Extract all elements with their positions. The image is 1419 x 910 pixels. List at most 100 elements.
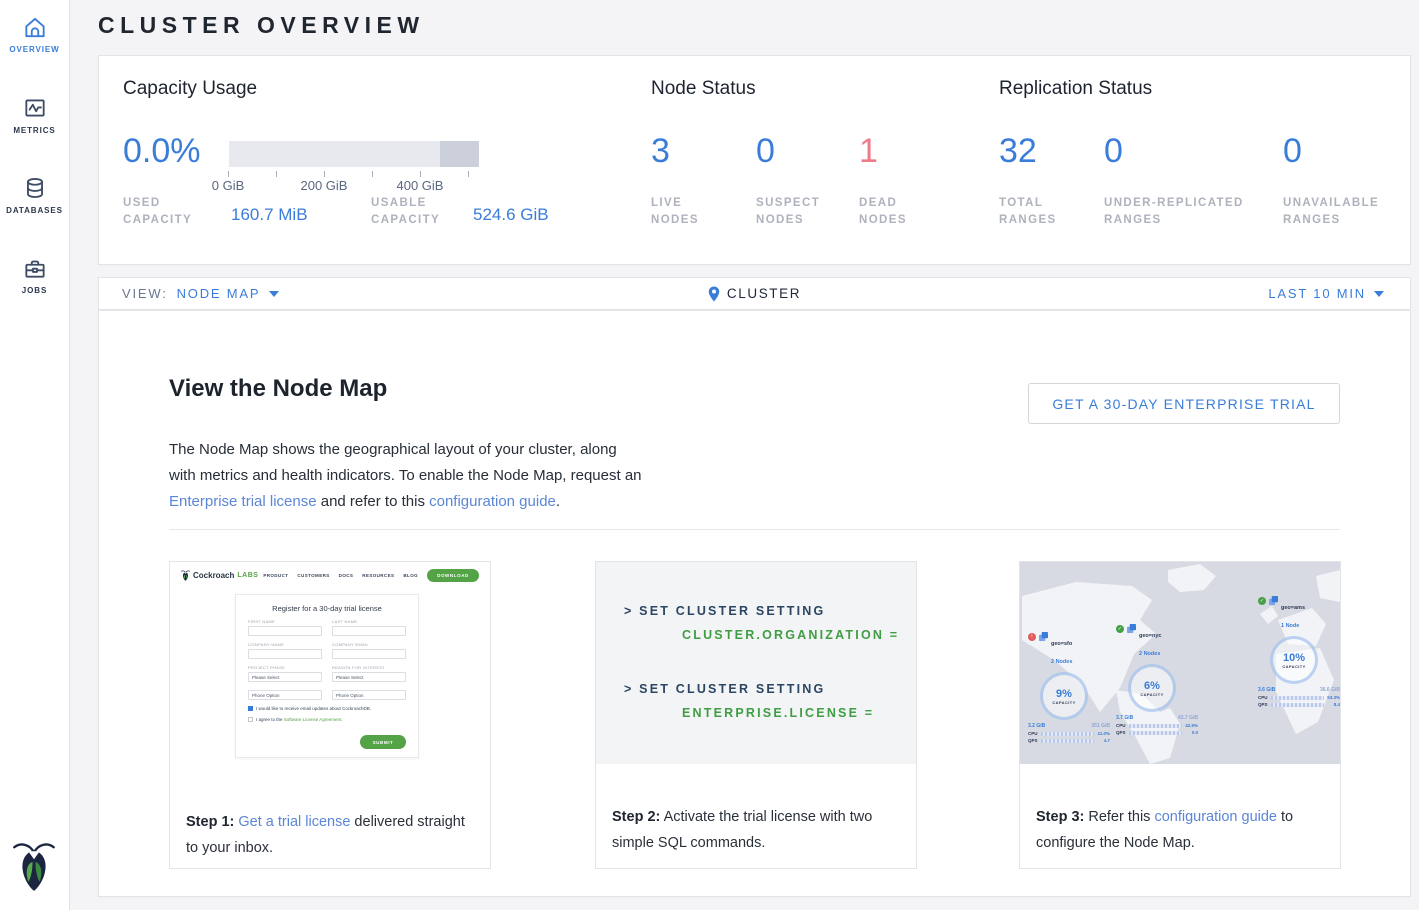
- capacity-percent: 9%: [1056, 688, 1072, 700]
- trial-site-header: Cockroach LABS PRODUCT CUSTOMERS DOCS RE…: [170, 562, 490, 588]
- checkbox-label: I agree to the Software License Agreemen…: [256, 717, 343, 722]
- description-text: .: [556, 493, 560, 510]
- locality-name: geo=ams: [1281, 605, 1305, 611]
- capacity-gauge: 9% CAPACITY: [1040, 672, 1088, 720]
- capacity-gauge: 6% CAPACITY: [1128, 664, 1176, 712]
- node-map-heading: View the Node Map: [169, 375, 387, 403]
- status-error-icon: !: [1028, 633, 1036, 641]
- brand-name: Cockroach: [193, 571, 234, 580]
- capacity-bar-reserved-segment: [440, 141, 479, 167]
- step1-caption: Step 1: Get a trial license delivered st…: [170, 784, 490, 861]
- step2-card: > SET CLUSTER SETTING CLUSTER.ORGANIZATI…: [595, 561, 917, 869]
- submit-button: SUBMIT: [360, 735, 406, 749]
- home-icon: [22, 14, 48, 40]
- scope-label: CLUSTER: [727, 286, 801, 301]
- sidebar-item-label: METRICS: [0, 126, 69, 135]
- total-capacity: 351 GiB: [1091, 723, 1110, 729]
- nav-item: RESOURCES: [362, 573, 394, 578]
- configuration-guide-link[interactable]: configuration guide: [429, 493, 556, 510]
- get-trial-license-link[interactable]: Get a trial license: [238, 814, 350, 830]
- qps-value: 4.7: [1096, 738, 1110, 743]
- cockroach-bug-icon: [181, 569, 190, 582]
- used-capacity: 3.6 GiB: [1258, 687, 1275, 693]
- total-capacity: 43.7 GiB: [1178, 715, 1198, 721]
- field-label: PROJECT PHASE: [248, 665, 322, 670]
- trial-site-thumbnail: Cockroach LABS PRODUCT CUSTOMERS DOCS RE…: [170, 562, 490, 769]
- text-input: [332, 649, 406, 659]
- select-input: Phone Option: [332, 690, 406, 700]
- total-ranges-count: 32: [999, 132, 1037, 170]
- capacity-gauge: 10% CAPACITY: [1270, 636, 1318, 684]
- sql-commands-snippet: > SET CLUSTER SETTING CLUSTER.ORGANIZATI…: [596, 562, 916, 764]
- map-pin-icon: [708, 286, 720, 302]
- cockroach-labs-logo: [13, 839, 55, 898]
- status-ok-icon: ✓: [1258, 597, 1266, 605]
- capacity-percent: 6%: [1144, 680, 1160, 692]
- nodes-cube-icon: [1269, 596, 1278, 605]
- time-range-selector[interactable]: LAST 10 MIN: [1268, 278, 1384, 309]
- time-range-value[interactable]: LAST 10 MIN: [1268, 286, 1366, 301]
- sidebar-item-label: JOBS: [0, 286, 69, 295]
- total-capacity: 36.6 GiB: [1320, 687, 1340, 693]
- node-count: 2 Nodes: [1051, 659, 1072, 665]
- cpu-label: CPU: [1028, 731, 1039, 736]
- enterprise-trial-license-link[interactable]: Enterprise trial license: [169, 493, 317, 510]
- capacity-label: CAPACITY: [1052, 700, 1075, 705]
- qps-bar: [1041, 739, 1094, 743]
- capacity-label: CAPACITY: [1140, 692, 1163, 697]
- locality-name: geo=nyc: [1139, 633, 1161, 639]
- sql-argument: ENTERPRISE.LICENSE =: [682, 706, 874, 720]
- cpu-label: CPU: [1116, 723, 1127, 728]
- sidebar-item-jobs[interactable]: JOBS: [0, 255, 69, 295]
- nav-item: CUSTOMERS: [297, 573, 329, 578]
- sidebar-item-databases[interactable]: DATABASES: [0, 175, 69, 215]
- brand-suffix: LABS: [237, 572, 258, 579]
- suspect-nodes-count: 0: [756, 132, 775, 170]
- sidebar: OVERVIEW METRICS DATABASES JOBS: [0, 0, 70, 910]
- qps-value: 8.4: [1326, 702, 1340, 707]
- description-text: The Node Map shows the geographical layo…: [169, 441, 642, 484]
- axis-label: 400 GiB: [397, 178, 444, 193]
- configuration-guide-link[interactable]: configuration guide: [1154, 809, 1277, 825]
- dead-nodes-label: DEADNODES: [859, 195, 907, 229]
- select-input: Please Select: [248, 672, 322, 682]
- used-capacity-value: 160.7 MiB: [231, 205, 308, 225]
- sidebar-item-label: DATABASES: [0, 206, 69, 215]
- sql-command: > SET CLUSTER SETTING: [624, 682, 825, 696]
- sql-argument: CLUSTER.ORGANIZATION =: [682, 628, 899, 642]
- nav-item: BLOG: [403, 573, 418, 578]
- qps-label: QPS: [1028, 738, 1039, 743]
- node-map-thumbnail: ! geo=sfo 2 Nodes 9% CAPACITY 3.2 GiB 351 …: [1020, 562, 1340, 764]
- enterprise-trial-button[interactable]: GET A 30-DAY ENTERPRISE TRIAL: [1028, 383, 1340, 424]
- trial-site-nav: PRODUCT CUSTOMERS DOCS RESOURCES BLOG DO…: [263, 569, 479, 582]
- view-bar: VIEW: NODE MAP CLUSTER LAST 10 MIN: [98, 277, 1411, 310]
- section-divider: [169, 529, 1340, 530]
- capacity-axis-labels: 0 GiB 200 GiB 400 GiB: [99, 178, 1410, 194]
- qps-label: QPS: [1116, 730, 1127, 735]
- checkbox-label: I would like to receive email updates ab…: [256, 706, 371, 711]
- cpu-bar: [1271, 696, 1324, 700]
- cpu-label: CPU: [1258, 695, 1269, 700]
- select-input: Phone Option: [248, 690, 322, 700]
- locality-name: geo=sfo: [1051, 641, 1072, 647]
- metrics-chart-icon: [22, 95, 48, 121]
- suspect-nodes-label: SUSPECTNODES: [756, 195, 820, 229]
- used-capacity: 3.2 GiB: [1028, 723, 1045, 729]
- capacity-axis-ticks: [229, 171, 479, 177]
- capacity-usage-title: Capacity Usage: [123, 78, 257, 100]
- nav-item: PRODUCT: [263, 573, 288, 578]
- step-number: Step 3:: [1036, 809, 1084, 825]
- checkbox-icon: [248, 717, 253, 722]
- cpu-bar: [1129, 724, 1182, 728]
- cluster-overview-page: OVERVIEW METRICS DATABASES JOBS: [0, 0, 1419, 910]
- text-input: [332, 626, 406, 636]
- sidebar-item-overview[interactable]: OVERVIEW: [0, 14, 69, 54]
- field-label: COMPANY NAME: [248, 642, 322, 647]
- dead-nodes-count: 1: [859, 132, 878, 170]
- usable-capacity-value: 524.6 GiB: [473, 205, 549, 225]
- node-count: 1 Node: [1281, 623, 1299, 629]
- node-map-description: The Node Map shows the geographical layo…: [169, 437, 647, 515]
- under-replicated-ranges-label: UNDER-REPLICATEDRANGES: [1104, 195, 1244, 229]
- text-input: [248, 626, 322, 636]
- sidebar-item-metrics[interactable]: METRICS: [0, 95, 69, 135]
